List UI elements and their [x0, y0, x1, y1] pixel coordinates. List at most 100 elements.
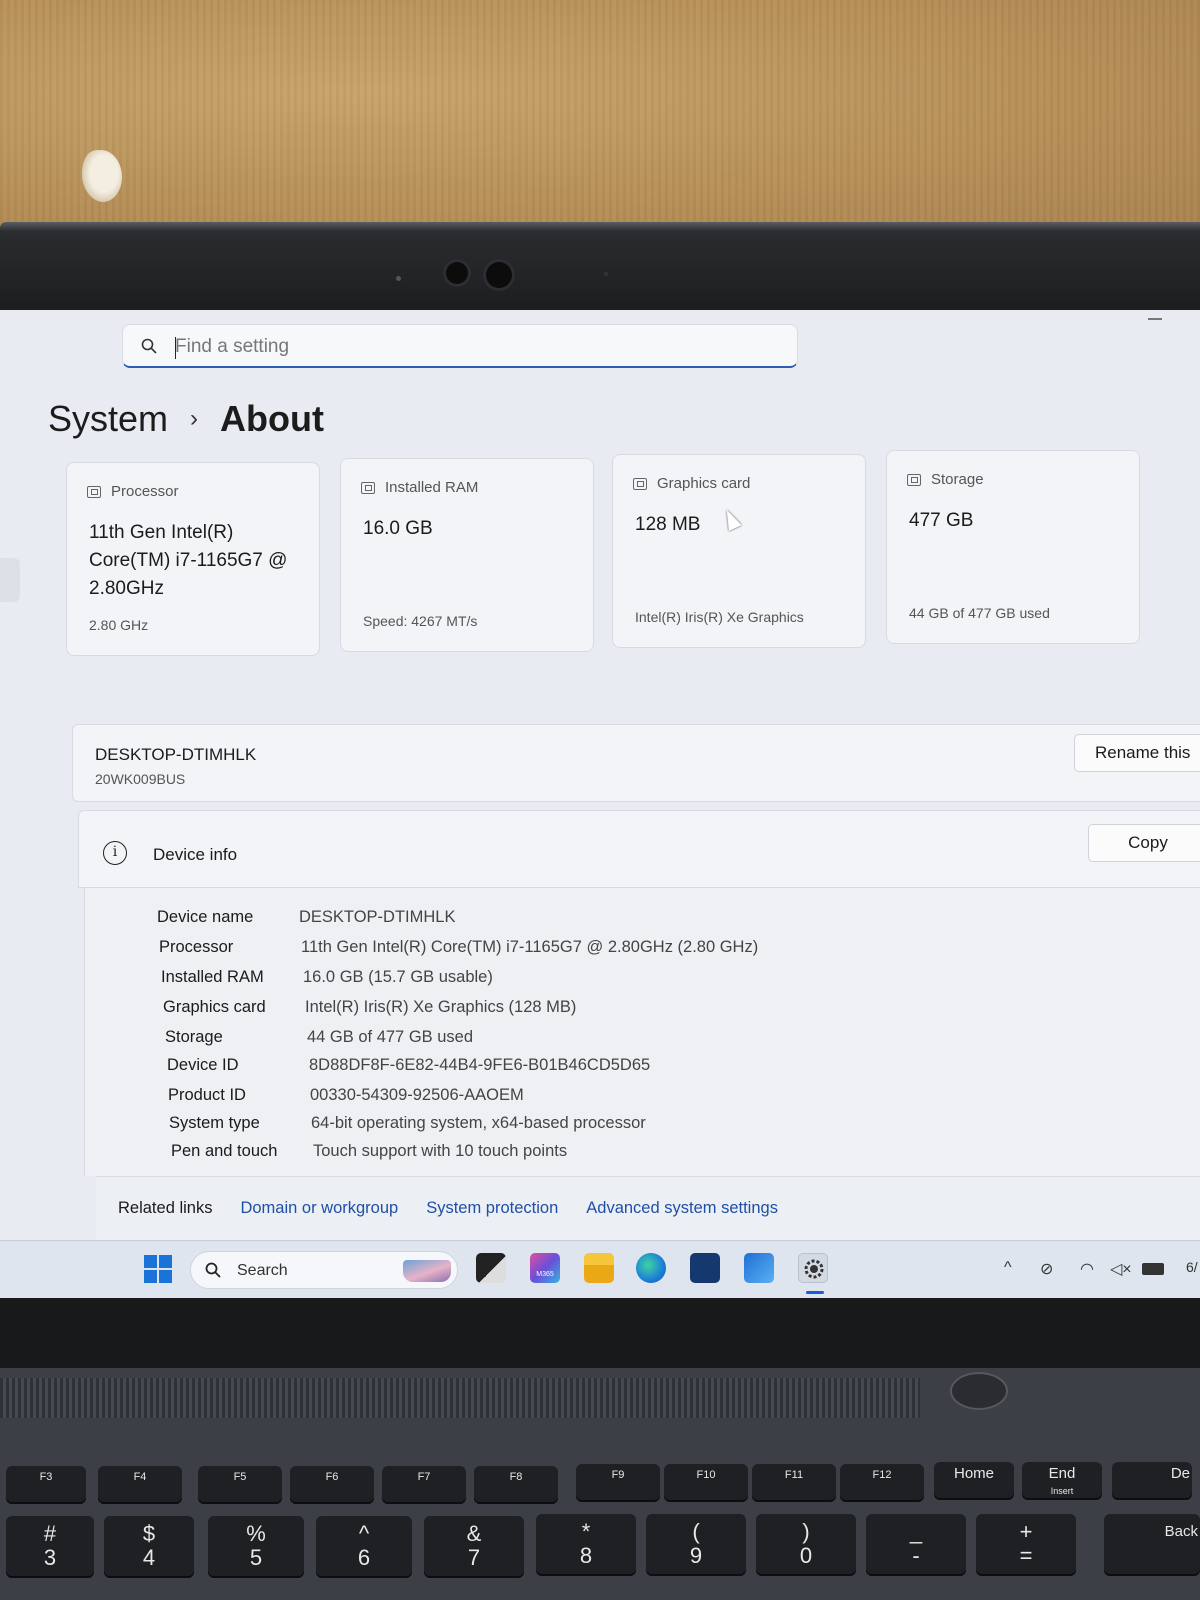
minimize-button[interactable] — [1148, 318, 1162, 320]
speaker-muted-icon[interactable]: ◁× — [1110, 1259, 1132, 1279]
settings-search-box[interactable] — [122, 324, 798, 368]
key-top: + — [1019, 1519, 1033, 1544]
rename-pc-button[interactable]: Rename this — [1074, 734, 1200, 772]
card-sub: Intel(R) Iris(R) Xe Graphics — [635, 609, 804, 625]
clock-partial[interactable]: 6/ — [1186, 1259, 1198, 1275]
spec-row: Storage 44 GB of 477 GB used — [165, 1028, 473, 1052]
cardboard-hole — [82, 150, 122, 202]
fn-label: F7 — [417, 1471, 431, 1483]
key-end[interactable]: End Insert — [1022, 1462, 1102, 1500]
spec-value: 11th Gen Intel(R) Core(TM) i7-1165G7 @ 2… — [301, 938, 759, 956]
laptop-top-bezel — [0, 222, 1200, 318]
spec-row: Processor 11th Gen Intel(R) Core(TM) i7-1… — [159, 938, 758, 962]
advanced-system-settings-link[interactable]: Advanced system settings — [586, 1199, 778, 1218]
key-f11[interactable]: F11 — [752, 1464, 836, 1502]
settings-icon[interactable] — [798, 1253, 828, 1283]
key-backspace[interactable]: Back — [1104, 1514, 1200, 1576]
search-icon — [141, 338, 157, 354]
sync-off-icon[interactable]: ⊘ — [1040, 1259, 1053, 1279]
card-title: Installed RAM — [385, 479, 479, 496]
breadcrumb: System › About — [48, 394, 324, 444]
store-icon[interactable] — [690, 1253, 720, 1283]
start-button[interactable] — [144, 1255, 172, 1283]
edge-icon[interactable] — [636, 1253, 666, 1283]
page-title: About — [220, 398, 324, 439]
breadcrumb-system[interactable]: System — [48, 398, 168, 440]
ram-card: Installed RAM 16.0 GB Speed: 4267 MT/s — [340, 458, 594, 652]
spec-row: Product ID 00330-54309-92506-AAOEM — [168, 1086, 524, 1110]
spec-key: Pen and touch — [171, 1142, 278, 1160]
key-minus[interactable]: _ - — [866, 1514, 966, 1576]
fn-label: F9 — [611, 1469, 625, 1481]
key-f4[interactable]: F4 — [98, 1466, 182, 1504]
key-top: * — [581, 1519, 591, 1544]
battery-icon[interactable] — [1142, 1263, 1164, 1275]
laptop-bottom-bezel — [0, 1298, 1200, 1368]
related-links: Related links Domain or workgroup System… — [96, 1176, 1200, 1240]
card-sub: Speed: 4267 MT/s — [363, 613, 478, 629]
spec-value: 64-bit operating system, x64-based proce… — [311, 1114, 646, 1132]
gear-icon — [804, 1259, 824, 1279]
spec-row: System type 64-bit operating system, x64-… — [169, 1114, 646, 1138]
device-info-header[interactable]: i Device info — [78, 810, 1200, 888]
key-f10[interactable]: F10 — [664, 1464, 748, 1502]
key-5[interactable]: % 5 — [208, 1516, 304, 1578]
spec-value: 44 GB of 477 GB used — [307, 1028, 474, 1046]
key-0[interactable]: ) 0 — [756, 1514, 856, 1576]
key-equals[interactable]: + = — [976, 1514, 1076, 1576]
spec-value: 00330-54309-92506-AAOEM — [310, 1086, 524, 1104]
power-button[interactable] — [950, 1372, 1008, 1410]
spec-key: Installed RAM — [161, 968, 264, 986]
key-7[interactable]: & 7 — [424, 1516, 524, 1578]
taskbar-search-label: Search — [237, 1262, 288, 1279]
key-f5[interactable]: F5 — [198, 1466, 282, 1504]
fn-label: F5 — [233, 1471, 247, 1483]
key-home[interactable]: Home — [934, 1462, 1014, 1500]
domain-workgroup-link[interactable]: Domain or workgroup — [240, 1199, 398, 1218]
key-3[interactable]: #3 — [6, 1516, 94, 1578]
key-f6[interactable]: F6 — [290, 1466, 374, 1504]
key-bottom: = — [1019, 1543, 1033, 1568]
key-bottom: 4 — [142, 1545, 156, 1570]
processor-card: Processor 11th Gen Intel(R) Core(TM) i7-… — [66, 462, 320, 656]
key-f9[interactable]: F9 — [576, 1464, 660, 1502]
system-protection-link[interactable]: System protection — [426, 1199, 558, 1218]
search-input[interactable] — [175, 333, 775, 361]
outlook-icon[interactable] — [744, 1253, 774, 1283]
processor-icon — [87, 485, 101, 498]
chevron-up-icon[interactable]: ^ — [1004, 1259, 1012, 1277]
key-bottom: 0 — [799, 1543, 813, 1568]
storage-card: Storage 477 GB 44 GB of 477 GB used — [886, 450, 1140, 644]
key-6[interactable]: ^ 6 — [316, 1516, 412, 1578]
taskbar: Search M365 ^ ⊘ ◠ ◁× 6/ — [0, 1240, 1200, 1298]
key-f8[interactable]: F8 — [474, 1466, 558, 1504]
copy-button[interactable]: Copy — [1088, 824, 1200, 862]
related-links-label: Related links — [118, 1199, 213, 1217]
spec-key: Product ID — [168, 1086, 246, 1104]
card-title: Storage — [931, 471, 984, 488]
key-8[interactable]: * 8 — [536, 1514, 636, 1576]
spec-row: Device name DESKTOP-DTIMHLK — [157, 908, 455, 932]
key-f12[interactable]: F12 — [840, 1464, 924, 1502]
search-icon — [205, 1262, 221, 1278]
chevron-right-icon: › — [190, 405, 199, 432]
card-value: 16.0 GB — [363, 518, 433, 539]
key-f3[interactable]: F3 — [6, 1466, 86, 1504]
key-4[interactable]: $4 — [104, 1516, 194, 1578]
active-app-indicator — [806, 1291, 824, 1294]
key-delete[interactable]: De — [1112, 1462, 1192, 1500]
folder-icon[interactable] — [584, 1253, 614, 1283]
wifi-icon[interactable]: ◠ — [1080, 1259, 1094, 1279]
key-top: ( — [692, 1519, 700, 1544]
microsoft-365-icon[interactable]: M365 — [530, 1253, 560, 1283]
taskbar-search[interactable]: Search — [190, 1251, 458, 1289]
key-9[interactable]: (9 — [646, 1514, 746, 1576]
nav-pane-edge[interactable] — [0, 558, 20, 602]
key-f7[interactable]: F7 — [382, 1466, 466, 1504]
spec-row: Installed RAM 16.0 GB (15.7 GB usable) — [161, 968, 493, 992]
spec-value: 8D88DF8F-6E82-44B4-9FE6-B01B46CD5D65 — [309, 1056, 651, 1074]
text-caret — [175, 337, 176, 359]
task-view-icon[interactable] — [476, 1253, 506, 1283]
key-label: Home — [953, 1465, 994, 1482]
fn-label: F8 — [509, 1471, 523, 1483]
